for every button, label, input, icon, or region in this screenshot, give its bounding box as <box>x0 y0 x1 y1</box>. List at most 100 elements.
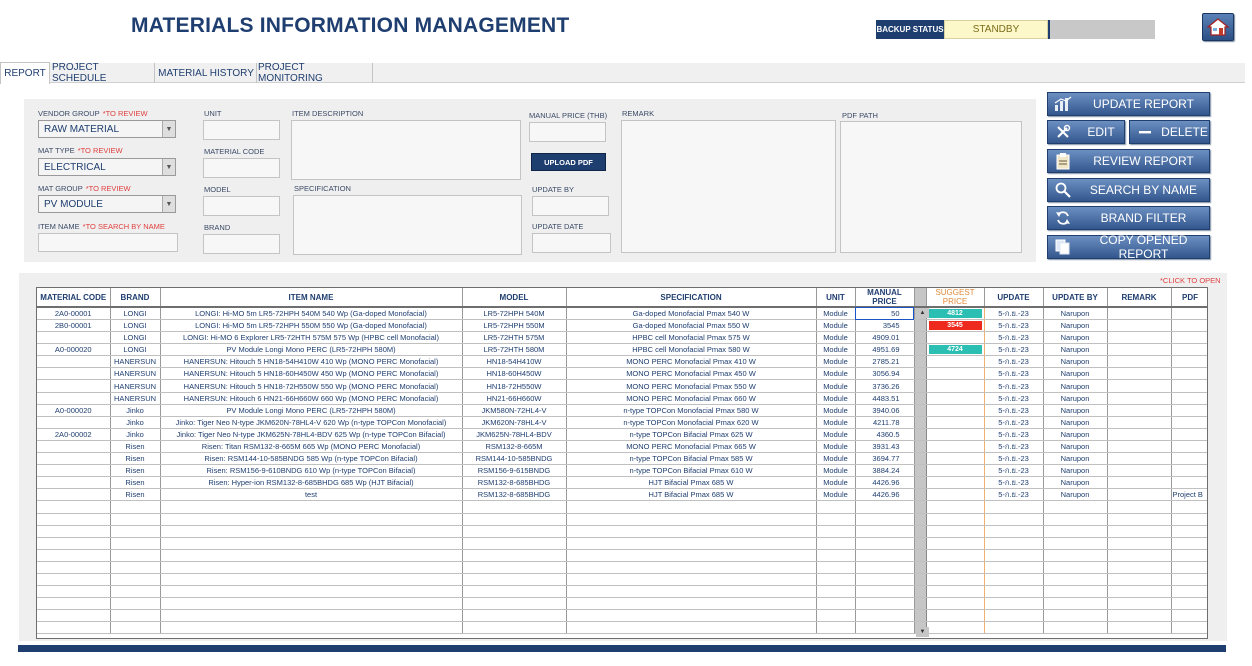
cell-remark[interactable] <box>1107 319 1172 333</box>
cell-update-by[interactable]: Narupon <box>1043 367 1108 381</box>
cell-update[interactable] <box>984 513 1044 526</box>
review-report-button[interactable]: REVIEW REPORT <box>1047 149 1210 173</box>
cell-unit[interactable]: Module <box>816 452 856 466</box>
cell-suggest-price[interactable] <box>925 513 985 526</box>
cell-manual-price[interactable] <box>855 597 915 611</box>
cell-manual-price[interactable]: 4951.69 <box>855 343 915 357</box>
cell-item-name[interactable]: LONGI: Hi-MO 5m LR5-72HPH 550M 550 Wp (G… <box>160 319 463 333</box>
cell-pdf[interactable] <box>1171 307 1207 320</box>
cell-update[interactable]: 5-ก.ย.-23 <box>984 464 1044 478</box>
cell-material-code[interactable] <box>37 597 111 611</box>
cell-update[interactable] <box>984 621 1044 635</box>
cell-model[interactable]: RSM156-9-615BNDG <box>462 464 567 478</box>
cell-model[interactable]: RSM132-8-685BHDG <box>462 488 567 502</box>
cell-material-code[interactable] <box>37 585 111 599</box>
scroll-up-arrow-icon[interactable]: ▲ <box>916 308 929 318</box>
cell-model[interactable]: RSM144-10-585BNDG <box>462 452 567 466</box>
cell-material-code[interactable] <box>37 537 111 550</box>
cell-manual-price[interactable]: 4211.78 <box>855 416 915 429</box>
cell-remark[interactable] <box>1107 416 1172 429</box>
cell-update-by[interactable]: Narupon <box>1043 428 1108 441</box>
cell-remark[interactable] <box>1107 609 1172 623</box>
cell-item-name[interactable] <box>160 500 463 514</box>
mat-type-select[interactable]: ELECTRICAL ▼ <box>38 158 176 176</box>
cell-suggest-price[interactable] <box>925 549 985 562</box>
cell-material-code[interactable] <box>37 621 111 635</box>
cell-specification[interactable] <box>566 525 817 538</box>
cell-material-code[interactable] <box>37 513 111 526</box>
cell-material-code[interactable] <box>37 573 111 587</box>
cell-item-name[interactable] <box>160 513 463 526</box>
cell-remark[interactable] <box>1107 513 1172 526</box>
cell-remark[interactable] <box>1107 440 1172 454</box>
cell-unit[interactable] <box>816 537 856 550</box>
chevron-down-icon[interactable]: ▼ <box>162 121 175 137</box>
cell-remark[interactable] <box>1107 392 1172 405</box>
cell-unit[interactable] <box>816 609 856 623</box>
cell-remark[interactable] <box>1107 428 1172 441</box>
cell-material-code[interactable] <box>37 561 111 574</box>
cell-material-code[interactable] <box>37 488 111 502</box>
cell-material-code[interactable] <box>37 525 111 538</box>
cell-unit[interactable]: Module <box>816 476 856 490</box>
cell-remark[interactable] <box>1107 500 1172 514</box>
cell-unit[interactable] <box>816 500 856 514</box>
cell-suggest-price[interactable] <box>925 440 985 454</box>
cell-update-by[interactable]: Narupon <box>1043 331 1108 345</box>
cell-update-by[interactable] <box>1043 585 1108 599</box>
cell-suggest-price[interactable] <box>925 428 985 441</box>
cell-manual-price[interactable]: 3694.77 <box>855 452 915 466</box>
cell-unit[interactable] <box>816 573 856 587</box>
cell-item-name[interactable] <box>160 561 463 574</box>
cell-manual-price[interactable]: 4426.96 <box>855 476 915 490</box>
cell-update-by[interactable] <box>1043 549 1108 562</box>
cell-update-by[interactable] <box>1043 609 1108 623</box>
cell-specification[interactable]: MONO PERC Monofacial Pmax 665 W <box>566 440 817 454</box>
cell-update-by[interactable]: Narupon <box>1043 392 1108 405</box>
cell-material-code[interactable] <box>37 464 111 478</box>
cell-brand[interactable]: Jinko <box>110 416 161 429</box>
cell-pdf[interactable] <box>1171 452 1207 466</box>
cell-update-by[interactable]: Narupon <box>1043 343 1108 357</box>
cell-update-by[interactable]: Narupon <box>1043 440 1108 454</box>
cell-update[interactable] <box>984 561 1044 574</box>
cell-item-name[interactable] <box>160 585 463 599</box>
cell-specification[interactable]: n-type TOPCon Bifacial Pmax 585 W <box>566 452 817 466</box>
cell-pdf[interactable] <box>1171 573 1207 587</box>
cell-remark[interactable] <box>1107 476 1172 490</box>
cell-model[interactable] <box>462 597 567 611</box>
cell-remark[interactable] <box>1107 331 1172 345</box>
cell-update-by[interactable] <box>1043 537 1108 550</box>
cell-specification[interactable]: HJT Bifacial Pmax 685 W <box>566 476 817 490</box>
cell-update-by[interactable]: Narupon <box>1043 464 1108 478</box>
col-model[interactable]: MODEL <box>462 288 567 308</box>
table-row[interactable] <box>37 561 1207 574</box>
cell-model[interactable] <box>462 537 567 550</box>
cell-specification[interactable]: HPBC cell Monofacial Pmax 580 W <box>566 343 817 357</box>
cell-remark[interactable] <box>1107 355 1172 369</box>
cell-brand[interactable] <box>110 525 161 538</box>
cell-remark[interactable] <box>1107 537 1172 550</box>
cell-manual-price[interactable] <box>855 500 915 514</box>
cell-specification[interactable]: n-type TOPCon Monofacial Pmax 580 W <box>566 404 817 417</box>
cell-specification[interactable]: Ga-doped Monofacial Pmax 550 W <box>566 319 817 333</box>
cell-model[interactable] <box>462 573 567 587</box>
cell-material-code[interactable] <box>37 355 111 369</box>
cell-remark[interactable] <box>1107 367 1172 381</box>
cell-update[interactable]: 5-ก.ย.-23 <box>984 428 1044 441</box>
cell-item-name[interactable]: LONGI: Hi-MO 6 Explorer LR5-72HTH 575M 5… <box>160 331 463 345</box>
cell-suggest-price[interactable] <box>925 488 985 502</box>
cell-specification[interactable] <box>566 561 817 574</box>
cell-update[interactable]: 5-ก.ย.-23 <box>984 331 1044 345</box>
cell-update[interactable] <box>984 585 1044 599</box>
cell-item-name[interactable] <box>160 573 463 587</box>
cell-material-code[interactable] <box>37 452 111 466</box>
cell-pdf[interactable] <box>1171 500 1207 514</box>
cell-specification[interactable]: Ga-doped Monofacial Pmax 540 W <box>566 307 817 320</box>
cell-brand[interactable]: Risen <box>110 464 161 478</box>
cell-update[interactable]: 5-ก.ย.-23 <box>984 343 1044 357</box>
cell-update-by[interactable]: Narupon <box>1043 307 1108 320</box>
col-remark[interactable]: REMARK <box>1107 288 1172 308</box>
cell-update[interactable] <box>984 500 1044 514</box>
cell-suggest-price[interactable] <box>925 355 985 369</box>
